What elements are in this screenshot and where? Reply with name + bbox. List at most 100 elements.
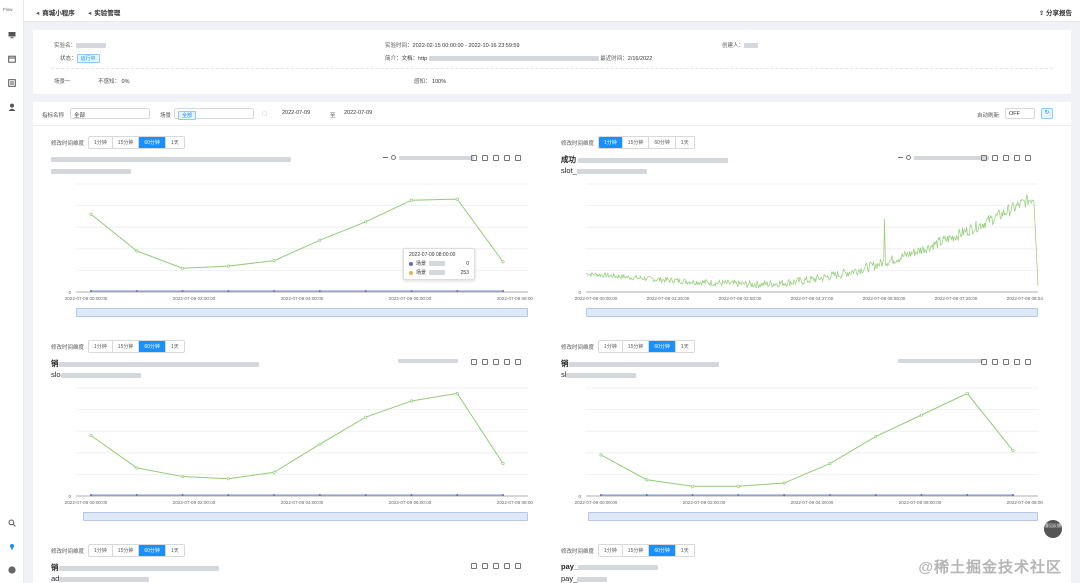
data-view-icon[interactable]: [471, 155, 477, 161]
chart-title: 销: [51, 358, 259, 369]
x-tick-label: 2022-07-09 06:00:00: [899, 500, 942, 505]
line-chart-icon[interactable]: [992, 155, 998, 161]
data-point: [181, 475, 185, 479]
granularity-15min[interactable]: 15分钟: [622, 545, 650, 556]
granularity-1min[interactable]: 1分钟: [599, 137, 623, 148]
refresh-icon[interactable]: ↻: [1041, 108, 1053, 119]
granularity-15min[interactable]: 15分钟: [622, 341, 650, 352]
chart-subtitle: slot_: [561, 166, 647, 175]
share-report-button[interactable]: ⇪ 分享报告: [1039, 7, 1072, 17]
granularity-1day[interactable]: 1天: [165, 341, 184, 352]
granularity-control: 修改时间维度 1分钟 15分钟 60分钟 1天: [561, 340, 695, 353]
breadcrumb-app[interactable]: ◂ 商城小程序: [36, 7, 75, 17]
data-zoom-slider[interactable]: [76, 308, 528, 317]
series-line: [600, 392, 1014, 487]
experiment-status: 状态： 运行中: [60, 54, 100, 63]
user-icon[interactable]: [8, 103, 16, 111]
restore-icon[interactable]: [1014, 359, 1020, 365]
data-point: [135, 466, 139, 470]
data-zoom-slider[interactable]: [588, 512, 1038, 521]
granularity-control: 修改时间维度 1分钟 15分钟 60分钟 1天: [51, 544, 185, 557]
granularity-60min[interactable]: 60分钟: [649, 341, 676, 352]
data-view-icon[interactable]: [981, 359, 987, 365]
bar-chart-icon[interactable]: [493, 155, 499, 161]
data-point: [318, 290, 321, 292]
granularity-15min[interactable]: 15分钟: [112, 341, 140, 352]
data-point: [318, 442, 322, 446]
chart-toolbox: [471, 359, 521, 365]
y-tick-label: 0: [68, 494, 71, 499]
restore-icon[interactable]: [504, 155, 510, 161]
data-view-icon[interactable]: [981, 155, 987, 161]
avatar[interactable]: [8, 566, 16, 574]
line-chart-icon[interactable]: [482, 359, 488, 365]
x-tick-label: 2022-07-09 08:00:00: [1007, 500, 1043, 505]
pin-icon[interactable]: [8, 543, 16, 551]
date-to-input[interactable]: 2022-07-09: [341, 108, 411, 119]
y-tick-label: 0: [578, 290, 581, 295]
x-tick-label: 2022-07-09 00:00:00: [575, 296, 618, 301]
data-point: [272, 259, 276, 263]
data-point: [455, 391, 459, 395]
data-point: [783, 494, 786, 496]
granularity-60min[interactable]: 60分钟: [139, 545, 166, 556]
granularity-15min[interactable]: 15分钟: [112, 545, 140, 556]
restore-icon[interactable]: [504, 563, 510, 569]
download-icon[interactable]: [515, 359, 521, 365]
data-point: [364, 290, 367, 292]
granularity-15min[interactable]: 15分钟: [112, 137, 140, 148]
download-icon[interactable]: [515, 155, 521, 161]
date-from-input[interactable]: 2022-07-09: [279, 108, 335, 119]
granularity-60min[interactable]: 60分钟: [649, 137, 676, 148]
data-point: [227, 494, 230, 496]
scene-select[interactable]: 全部: [174, 108, 254, 120]
granularity-1day[interactable]: 1天: [165, 545, 184, 556]
granularity-60min[interactable]: 60分钟: [139, 137, 166, 148]
bar-chart-icon[interactable]: [493, 359, 499, 365]
calendar-icon[interactable]: [8, 55, 16, 63]
data-view-icon[interactable]: [471, 563, 477, 569]
granularity-1day[interactable]: 1天: [165, 137, 184, 148]
metric-select[interactable]: 全部: [70, 108, 150, 119]
feedback-button[interactable]: 意见反馈: [1044, 520, 1062, 538]
bar-chart-icon[interactable]: [1003, 155, 1009, 161]
download-icon[interactable]: [1025, 359, 1031, 365]
breadcrumb-experiments[interactable]: ◂ 实验管理: [88, 7, 120, 17]
data-zoom-slider[interactable]: [586, 308, 1038, 317]
auto-refresh-select[interactable]: OFF: [1005, 108, 1035, 119]
granularity-1min[interactable]: 1分钟: [89, 545, 113, 556]
granularity-1day[interactable]: 1天: [675, 137, 694, 148]
granularity-1min[interactable]: 1分钟: [89, 137, 113, 148]
x-tick-label: 2022-07-09 08:54:00: [1007, 296, 1043, 301]
chart-subtitle: slo: [51, 370, 141, 379]
bar-chart-icon[interactable]: [493, 563, 499, 569]
data-point: [409, 198, 413, 202]
line-chart-icon[interactable]: [992, 359, 998, 365]
search-icon[interactable]: [8, 519, 16, 527]
granularity-60min[interactable]: 60分钟: [139, 341, 166, 352]
data-view-icon[interactable]: [471, 359, 477, 365]
bar-chart-icon[interactable]: [1003, 359, 1009, 365]
data-point: [135, 494, 138, 496]
experiment-description: 简介：文档：http 最近时间：2/16/2022: [385, 56, 653, 62]
granularity-60min[interactable]: 60分钟: [649, 545, 676, 556]
restore-icon[interactable]: [1014, 155, 1020, 161]
report-icon[interactable]: [8, 79, 16, 87]
granularity-1min[interactable]: 1分钟: [599, 545, 623, 556]
granularity-15min[interactable]: 15分钟: [622, 137, 650, 148]
granularity-1min[interactable]: 1分钟: [599, 341, 623, 352]
granularity-1day[interactable]: 1天: [675, 341, 694, 352]
line-chart-icon[interactable]: [482, 155, 488, 161]
data-zoom-slider[interactable]: [83, 512, 528, 521]
download-icon[interactable]: [1025, 155, 1031, 161]
granularity-1day[interactable]: 1天: [675, 545, 694, 556]
monitor-icon[interactable]: [8, 31, 16, 39]
chart-legend: [898, 359, 983, 363]
restore-icon[interactable]: [504, 359, 510, 365]
download-icon[interactable]: [515, 563, 521, 569]
line-chart-icon[interactable]: [482, 563, 488, 569]
granularity-1min[interactable]: 1分钟: [89, 341, 113, 352]
data-point: [364, 220, 368, 224]
metric-card-4: 修改时间维度 1分钟 15分钟 60分钟 1天 销 sl 2022-07-09 …: [543, 340, 1043, 540]
data-point: [502, 290, 504, 292]
